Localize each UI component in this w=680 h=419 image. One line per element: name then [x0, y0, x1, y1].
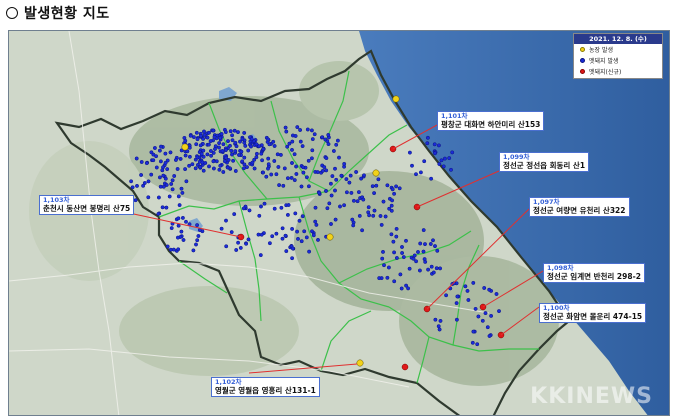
callout-1103: 1,103차 춘천시 동산면 봉명리 산75	[39, 195, 135, 215]
leader-line-1097	[426, 208, 530, 310]
callout-1097: 1,097차 정선군 여량면 유천리 산322	[529, 197, 630, 217]
leader-line-1100	[500, 306, 540, 336]
leader-line-1099	[416, 170, 500, 208]
callout-number: 1,103차	[43, 196, 70, 204]
legend-item-farm: 농장 발생	[574, 44, 662, 55]
yellow-dot-icon	[580, 47, 585, 52]
callout-1101: 1,101차 평창군 대화면 하안미리 산153	[437, 111, 545, 131]
callout-location: 영월군 영월읍 영흥리 산131-1	[215, 386, 316, 395]
outbreak-map[interactable]: 2021. 12. 8. (수) 농장 발생 멧돼지 발생 멧돼지(신규) 1,…	[8, 30, 670, 416]
callout-1098: 1,098차 정선군 임계면 반천리 298-2	[543, 263, 645, 283]
callout-location: 춘천시 동산면 봉명리 산75	[43, 204, 131, 213]
callout-number: 1,099차	[503, 153, 530, 161]
news-watermark: KKINEWS	[530, 384, 653, 409]
legend-label-new: 멧돼지(신규)	[589, 69, 622, 76]
callout-1102: 1,102차 영월군 영월읍 영흥리 산131-1	[211, 377, 320, 397]
callout-1100: 1,100차 정선군 화암면 몰운리 474-15	[539, 303, 647, 323]
callout-number: 1,097차	[533, 198, 560, 206]
callout-location: 정선군 정선읍 회동리 산1	[503, 161, 586, 170]
legend-label-boar: 멧돼지 발생	[589, 58, 619, 65]
legend-item-new: 멧돼지(신규)	[574, 66, 662, 77]
callout-location: 정선군 여량면 유천리 산322	[533, 206, 626, 215]
callout-1099: 1,099차 정선군 정선읍 회동리 산1	[499, 152, 590, 172]
legend-label-farm: 농장 발생	[589, 47, 613, 54]
callout-leaders	[128, 124, 544, 374]
callout-number: 1,101차	[441, 112, 468, 120]
callout-location: 정선군 화암면 몰운리 474-15	[543, 312, 643, 321]
legend-date: 2021. 12. 8. (수)	[574, 34, 662, 44]
leader-line-1098	[482, 270, 544, 308]
callout-number: 1,102차	[215, 378, 242, 386]
leader-line-1102	[248, 363, 358, 374]
leader-line-1103	[128, 212, 242, 238]
blue-dot-icon	[580, 58, 585, 63]
page-title-text: 발생현황 지도	[24, 6, 110, 22]
leader-line-1101	[392, 124, 438, 150]
callout-number: 1,100차	[543, 304, 570, 312]
legend-box: 2021. 12. 8. (수) 농장 발생 멧돼지 발생 멧돼지(신규)	[573, 33, 663, 79]
callout-location: 정선군 임계면 반천리 298-2	[547, 272, 641, 281]
callout-location: 평창군 대화면 하안미리 산153	[441, 120, 541, 129]
legend-item-boar: 멧돼지 발생	[574, 55, 662, 66]
circle-bullet-icon	[6, 7, 18, 19]
callout-number: 1,098차	[547, 264, 574, 272]
red-dot-icon	[580, 69, 585, 74]
page-title: 발생현황 지도	[6, 3, 110, 23]
